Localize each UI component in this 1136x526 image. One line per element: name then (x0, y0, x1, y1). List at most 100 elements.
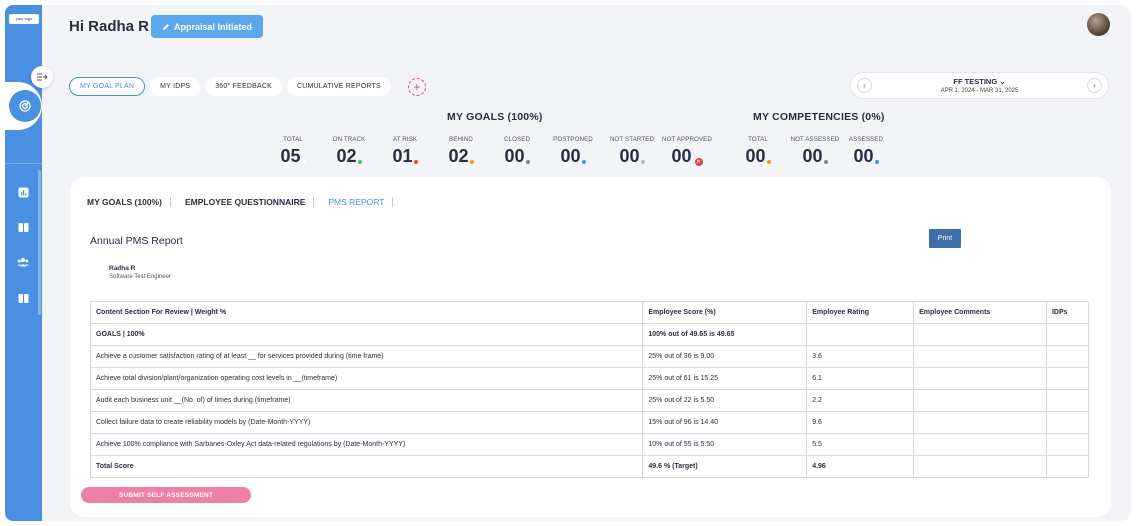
pms-report-table: Content Section For Review | Weight % Em… (89, 301, 1090, 478)
stat-label: AT RISK (392, 136, 418, 143)
table-cell: 15% out of 96 is 14.40 (642, 411, 808, 434)
add-button[interactable]: + (407, 77, 426, 96)
chevron-right-icon: › (1093, 81, 1096, 90)
stat-label: NOT APPROVED (662, 136, 712, 143)
stat-label: TOTAL (748, 136, 768, 143)
submit-self-assessment-button[interactable]: SUBMIT SELF ASSESSMENT (81, 487, 251, 503)
goals-title: MY GOALS (100%) (447, 111, 543, 123)
table-cell (913, 455, 1047, 478)
tab-cumulative-reports[interactable]: CUMULATIVE REPORTS (286, 77, 391, 96)
subtab-my-goals[interactable]: MY GOALS (100%) (87, 197, 171, 207)
sidebar-item-library[interactable] (17, 221, 29, 233)
table-cell: Audit each business unit __(No. of) of t… (89, 389, 644, 412)
stat-value: 01 (392, 146, 413, 166)
table-cell (1045, 367, 1090, 390)
table-row: Total Score 49.6 % (Target) 4.96 (89, 455, 1090, 478)
table-cell: Achieve a customer satisfaction rating o… (89, 345, 644, 368)
stat-label: BEHIND (449, 136, 473, 143)
employee-name: Radha R (109, 265, 136, 272)
main-panel: Hi Radha R Appraisal Initiated MY GOAL P… (31, 5, 1131, 521)
stat-value-row: 02 (326, 146, 372, 167)
period-title[interactable]: FF TESTING ⌄ (851, 77, 1108, 86)
status-dot (640, 160, 645, 164)
table-cell: Achieve total division/plant/organizatio… (89, 367, 644, 390)
plus-icon: + (413, 79, 421, 94)
table-row: Achieve total division/plant/organizatio… (89, 367, 1090, 390)
stat-value: 02 (448, 146, 469, 166)
sidebar-item-team[interactable] (17, 256, 29, 268)
stat-label: CLOSED (503, 136, 531, 143)
period-title-text: FF TESTING (953, 77, 998, 86)
print-button[interactable]: Print (929, 229, 961, 248)
table-cell (1045, 411, 1090, 434)
appraisal-status-button[interactable]: Appraisal Initiated (151, 15, 263, 38)
sidebar-item-reports[interactable] (17, 186, 29, 198)
appraisal-status-label: Appraisal Initiated (173, 21, 253, 32)
table-cell: 25% out of 61 is 15.25 (642, 367, 808, 390)
stat-value: 00 (745, 146, 766, 166)
logo: your logo (9, 14, 39, 24)
stat-value: 00 (802, 146, 823, 166)
main-tabs: MY GOAL PLAN MY IDPS 360° FEEDBACK CUMUL… (69, 77, 426, 96)
stat-block: NOT ASSESSED 00 (784, 136, 846, 167)
subtab-pms-report[interactable]: PMS REPORT (314, 197, 394, 207)
stat-block: TOTAL 05 (270, 136, 316, 167)
stat-value-row: 00 (550, 146, 596, 167)
column-header: Employee Score (%) (642, 301, 808, 324)
sidebar-item-goals[interactable] (9, 90, 41, 122)
stat-value: 00 (853, 146, 874, 166)
stat-block: AT RISK 01 (382, 136, 428, 167)
sidebar-scrollbar[interactable] (38, 170, 41, 315)
stat-label: ASSESSED (848, 136, 884, 143)
table-cell (913, 323, 1047, 346)
sidebar-toggle-button[interactable] (31, 66, 53, 88)
table-cell: 49.6 % (Target) (642, 455, 808, 478)
next-period-button[interactable]: › (1087, 78, 1102, 93)
tab-my-idps[interactable]: MY IDPS (150, 77, 201, 96)
stat-value-row: 00 (494, 146, 540, 167)
table-cell (913, 345, 1047, 368)
tab-my-goal-plan[interactable]: MY GOAL PLAN (69, 77, 146, 96)
table-cell (1045, 345, 1090, 368)
table-header-row: Content Section For Review | Weight % Em… (89, 301, 1090, 324)
table-cell: 6.1 (806, 367, 915, 390)
stat-value: 05 (280, 146, 301, 166)
column-header: IDPs (1045, 301, 1090, 324)
stat-value-row: 01 (382, 146, 428, 167)
stat-value-row: 00 (784, 146, 846, 167)
stat-value: 00 (560, 146, 581, 166)
table-cell: Achieve 100% compliance with Sarbanes-Ox… (89, 433, 644, 456)
pencil-icon (162, 23, 169, 30)
table-cell: 10% out of 55 is 5.50 (642, 433, 808, 456)
stat-label: POSTPONED (553, 136, 593, 143)
subtab-employee-questionnaire[interactable]: EMPLOYEE QUESTIONNAIRE (171, 197, 315, 207)
table-cell (1045, 323, 1090, 346)
column-header: Employee Rating (806, 301, 915, 324)
column-header: Employee Comments (913, 301, 1047, 324)
stat-label: ON TRACK (332, 136, 366, 143)
table-cell: 2.2 (806, 389, 915, 412)
chevron-down-icon: ⌄ (999, 77, 1006, 86)
chart-icon (18, 187, 28, 197)
sidebar-item-docs[interactable] (17, 292, 29, 304)
status-dot (525, 160, 530, 164)
stat-block: TOTAL 00 (735, 136, 781, 167)
stat-value-row: 00 (603, 146, 661, 167)
status-dot (766, 160, 771, 164)
not-approved-icon: ✕ (694, 158, 703, 166)
stat-block: BEHIND 02 (438, 136, 484, 167)
team-icon (17, 258, 29, 267)
status-dot (581, 160, 586, 164)
greeting: Hi Radha R (69, 18, 150, 35)
table-cell: 25% out of 36 is 9.00 (642, 345, 808, 368)
table-cell (913, 367, 1047, 390)
table-cell: 25% out of 22 is 5.50 (642, 389, 808, 412)
collapse-arrow-icon (36, 73, 48, 81)
report-card: MY GOALS (100%) EMPLOYEE QUESTIONNAIRE P… (70, 177, 1111, 517)
tab-360-feedback[interactable]: 360° FEEDBACK (205, 77, 282, 96)
table-cell: 100% out of 49.65 is 49.65 (642, 323, 808, 346)
table-cell: 4.96 (806, 455, 915, 478)
avatar[interactable] (1087, 13, 1110, 36)
table-cell (913, 411, 1047, 434)
table-cell: 9.6 (806, 411, 915, 434)
